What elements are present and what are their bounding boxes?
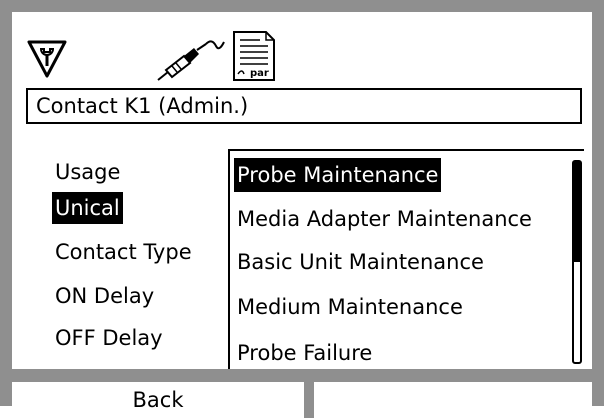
parameter-document-icon: par [230, 30, 278, 82]
probe-icon [157, 40, 225, 81]
softkey-bar: Back [12, 369, 592, 418]
scrollbar[interactable] [572, 160, 582, 364]
usage-options-list: Probe Maintenance Media Adapter Maintena… [228, 149, 584, 369]
option-probe-failure[interactable]: Probe Failure [234, 336, 375, 369]
menu-item-usage[interactable]: Usage [52, 156, 123, 188]
right-softkey[interactable] [314, 382, 592, 418]
option-probe-maintenance[interactable]: Probe Maintenance [234, 158, 442, 192]
menu-item-unical[interactable]: Unical [52, 192, 123, 224]
wrench-warning-icon [27, 40, 67, 78]
menu-item-off-delay[interactable]: OFF Delay [52, 322, 166, 354]
option-basic-unit-maintenance[interactable]: Basic Unit Maintenance [234, 245, 487, 279]
option-medium-maintenance[interactable]: Medium Maintenance [234, 290, 466, 324]
back-softkey[interactable]: Back [12, 382, 304, 418]
par-label: par [250, 68, 269, 79]
menu-item-on-delay[interactable]: ON Delay [52, 280, 157, 312]
page-title: Contact K1 (Admin.) [26, 88, 582, 124]
device-screen: par Contact K1 (Admin.) Usage Unical Con… [0, 0, 604, 418]
scrollbar-thumb[interactable] [574, 162, 580, 262]
menu-item-contact-type[interactable]: Contact Type [52, 236, 195, 268]
option-media-adapter-maintenance[interactable]: Media Adapter Maintenance [234, 202, 535, 236]
